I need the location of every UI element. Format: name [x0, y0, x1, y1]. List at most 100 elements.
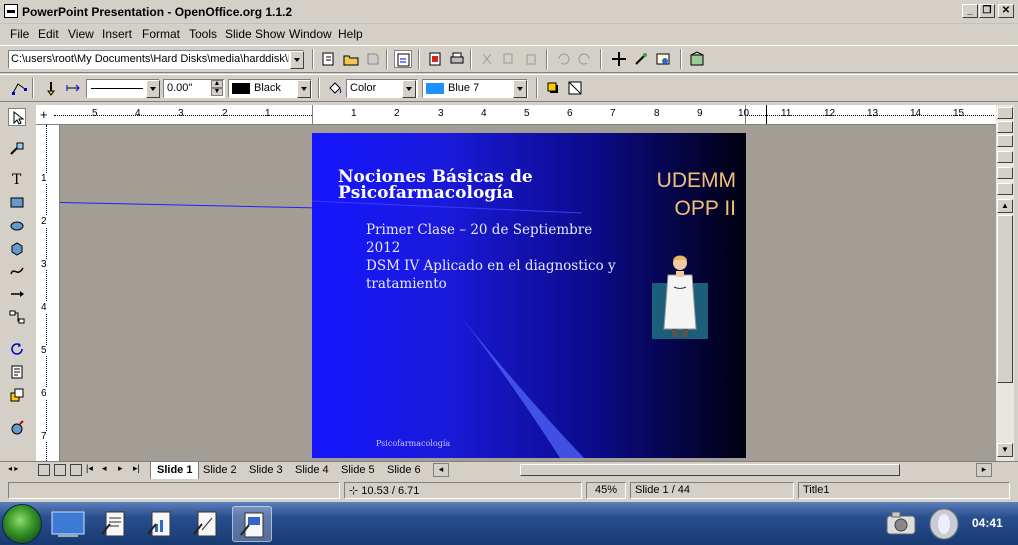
- view-outline-button[interactable]: [997, 121, 1013, 133]
- menu-slide-show[interactable]: Slide Show: [223, 26, 287, 42]
- gallery-icon[interactable]: [654, 50, 672, 68]
- line-style-dropdown-button[interactable]: [146, 80, 160, 98]
- menu-window[interactable]: Window: [287, 26, 334, 42]
- menu-format[interactable]: Format: [140, 26, 182, 42]
- stylist-icon[interactable]: [632, 50, 650, 68]
- taskbar-document-1-icon[interactable]: [94, 506, 134, 542]
- first-slide-button[interactable]: |◂: [86, 463, 93, 474]
- view-layer-tab-icon[interactable]: [70, 464, 82, 476]
- transparency-icon[interactable]: [566, 79, 584, 97]
- navigator-icon[interactable]: [610, 50, 628, 68]
- slide-body[interactable]: Primer Clase – 20 de Septiembre 2012 DSM…: [366, 221, 626, 293]
- scroll-thumb[interactable]: [997, 215, 1013, 383]
- previous-slide-button[interactable]: ◂: [102, 463, 107, 474]
- tab-slide-4[interactable]: Slide 4: [289, 462, 335, 479]
- data-sources-icon[interactable]: [688, 50, 706, 68]
- view-master-tab-icon[interactable]: [54, 464, 66, 476]
- line-style-icon[interactable]: [42, 79, 60, 97]
- view-handout-button[interactable]: [997, 167, 1013, 179]
- arrange-icon[interactable]: [8, 386, 26, 404]
- view-slides-button[interactable]: [997, 135, 1013, 147]
- url-field[interactable]: C:\users\root\My Documents\Hard Disks\me…: [8, 50, 304, 69]
- text-tool-icon[interactable]: T: [8, 170, 26, 188]
- area-fill-icon[interactable]: [326, 79, 344, 97]
- spin-up-button[interactable]: ▲: [211, 80, 223, 88]
- menu-view[interactable]: View: [66, 26, 96, 42]
- line-color-dropdown-button[interactable]: [297, 80, 311, 98]
- copy-icon[interactable]: [500, 50, 518, 68]
- edit-file-icon[interactable]: [320, 50, 338, 68]
- tab-slide-2[interactable]: Slide 2: [197, 462, 243, 479]
- horizontal-scroll-right-button[interactable]: ▸: [976, 463, 992, 477]
- view-slide-sorter-button[interactable]: [997, 183, 1013, 195]
- menu-tools[interactable]: Tools: [187, 26, 219, 42]
- horizontal-ruler[interactable]: + 5 4 3 2 1 1 2 3 4 5 6 7 8 9 10 11 12 1…: [36, 105, 996, 125]
- rectangle-tool-icon[interactable]: [8, 193, 26, 211]
- menu-help[interactable]: Help: [336, 26, 365, 42]
- print-icon[interactable]: [448, 50, 466, 68]
- paste-icon[interactable]: [522, 50, 540, 68]
- menu-insert[interactable]: Insert: [100, 26, 134, 42]
- menu-file[interactable]: File: [8, 26, 31, 42]
- horizontal-scroll-left-button[interactable]: ◂: [433, 463, 449, 477]
- slide-canvas[interactable]: Nociones Básicas de Psicofarmacología UD…: [312, 133, 746, 458]
- app-icon[interactable]: [4, 4, 18, 18]
- url-dropdown-button[interactable]: [290, 51, 304, 69]
- taskbar-document-3-icon[interactable]: [186, 506, 226, 542]
- vertical-ruler[interactable]: 1 2 3 4 5 6 7: [36, 125, 60, 461]
- export-pdf-icon[interactable]: [426, 50, 444, 68]
- start-button[interactable]: [2, 504, 42, 544]
- connector-icon[interactable]: [8, 308, 26, 326]
- close-button[interactable]: ✕: [998, 4, 1014, 18]
- last-slide-button[interactable]: ▸|: [133, 463, 140, 474]
- area-color-dropdown-button[interactable]: [513, 80, 527, 98]
- restore-button[interactable]: ❐: [979, 4, 995, 18]
- edit-mode-icon[interactable]: [394, 50, 412, 68]
- area-style-dropdown-button[interactable]: [402, 80, 416, 98]
- line-ends-icon[interactable]: [64, 79, 82, 97]
- show-desktop-button[interactable]: [48, 506, 88, 542]
- scroll-down-button[interactable]: ▼: [997, 443, 1013, 457]
- taskbar-document-2-icon[interactable]: [140, 506, 180, 542]
- ellipse-tool-icon[interactable]: [8, 216, 26, 234]
- vertical-scrollbar[interactable]: ▲ ▼: [996, 105, 1014, 461]
- volume-tray-icon[interactable]: [924, 506, 964, 542]
- view-drawing-tab-icon[interactable]: [38, 464, 50, 476]
- redo-icon[interactable]: [576, 50, 594, 68]
- slide-footer[interactable]: Psicofarmacología: [376, 439, 450, 448]
- view-drawing-button[interactable]: [997, 107, 1013, 119]
- taskbar-presentation-icon[interactable]: [232, 506, 272, 542]
- menu-edit[interactable]: Edit: [36, 26, 61, 42]
- save-document-icon[interactable]: [364, 50, 382, 68]
- open-folder-icon[interactable]: [342, 50, 360, 68]
- undo-icon[interactable]: [554, 50, 572, 68]
- effects-icon[interactable]: [8, 419, 26, 437]
- spin-down-button[interactable]: ▼: [211, 88, 223, 96]
- status-zoom[interactable]: 45%: [586, 482, 626, 499]
- alignment-icon[interactable]: [8, 363, 26, 381]
- minimize-button[interactable]: _: [962, 4, 978, 18]
- doctor-clipart-image[interactable]: [652, 251, 708, 339]
- slide-title[interactable]: Nociones Básicas de Psicofarmacología: [338, 169, 598, 202]
- shadow-icon[interactable]: [544, 79, 562, 97]
- line-arrow-icon[interactable]: [8, 285, 26, 303]
- zoom-icon[interactable]: [8, 140, 26, 158]
- 3d-objects-icon[interactable]: [8, 239, 26, 257]
- tab-slide-6[interactable]: Slide 6: [381, 462, 427, 479]
- horizontal-scroll-thumb[interactable]: [520, 464, 900, 476]
- view-notes-button[interactable]: [997, 151, 1013, 163]
- scroll-up-button[interactable]: ▲: [997, 199, 1013, 213]
- select-arrow-icon[interactable]: [8, 108, 26, 126]
- next-slide-button[interactable]: ▸: [118, 463, 123, 474]
- cut-icon[interactable]: [478, 50, 496, 68]
- slide-workspace[interactable]: Nociones Básicas de Psicofarmacología UD…: [60, 125, 996, 461]
- taskbar-clock[interactable]: 04:41: [972, 516, 1003, 530]
- scroll-left-button[interactable]: ◂ ▸: [8, 464, 30, 476]
- camera-tray-icon[interactable]: [884, 508, 918, 538]
- slide-org-block[interactable]: UDEMM OPP II: [657, 167, 736, 223]
- curve-tool-icon[interactable]: [8, 262, 26, 280]
- rotate-icon[interactable]: [8, 340, 26, 358]
- tab-slide-3[interactable]: Slide 3: [243, 462, 289, 479]
- tab-slide-5[interactable]: Slide 5: [335, 462, 381, 479]
- tab-slide-1[interactable]: Slide 1: [150, 462, 200, 479]
